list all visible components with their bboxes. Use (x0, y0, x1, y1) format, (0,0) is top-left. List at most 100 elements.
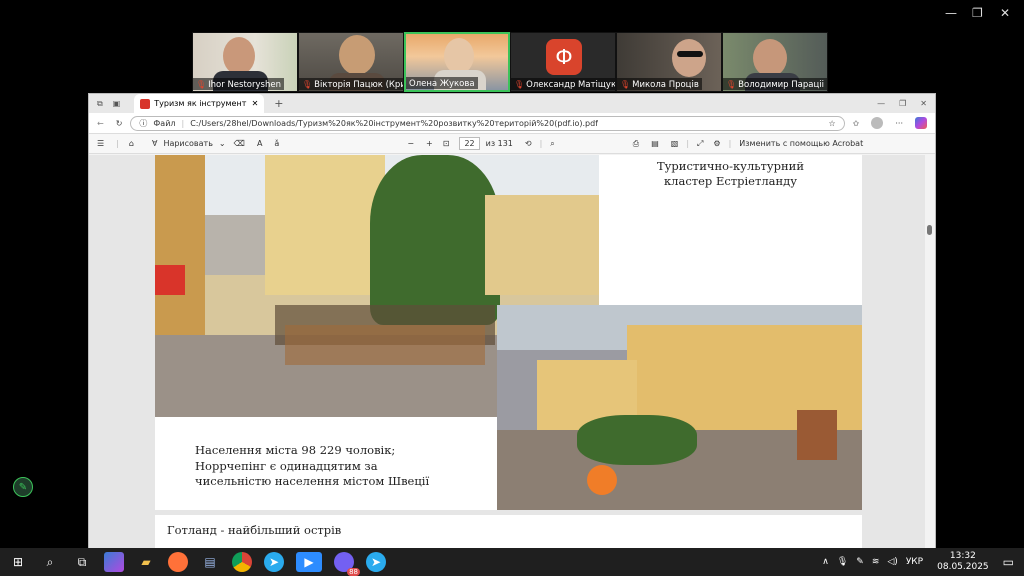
draw-button[interactable]: Нарисовать (163, 139, 212, 148)
next-page-heading: Готланд - найбільший острів (167, 523, 342, 537)
minimize-button[interactable]: — (945, 6, 957, 20)
read-aloud-icon[interactable]: ǎ (274, 139, 279, 148)
copilot-taskbar-icon[interactable] (104, 552, 124, 572)
pen-tray-icon[interactable]: ✎ (856, 557, 864, 567)
browser-window: ⧉ ▣ Туризм як інструмент розвитку ✕ + — … (88, 93, 936, 548)
participant-tile[interactable]: 🎙 Ihor Nestoryshen (192, 32, 298, 92)
eraser-icon[interactable]: ⌫ (234, 139, 245, 148)
page-number-input[interactable]: 22 (459, 137, 480, 150)
refresh-icon[interactable]: ↻ (116, 119, 123, 128)
back-icon[interactable]: ← (97, 119, 104, 128)
language-indicator[interactable]: УКР (906, 557, 923, 567)
file-explorer-icon[interactable]: ▰ (136, 552, 156, 572)
notifications-icon[interactable]: ▭ (1003, 555, 1014, 569)
tab-close-icon[interactable]: ✕ (252, 99, 259, 108)
settings-icon[interactable]: ⚙ (713, 139, 720, 148)
participant-name: 🎙Вікторія Пацюк (Крив... (299, 78, 403, 90)
telegram-icon[interactable]: ➤ (264, 552, 284, 572)
mic-muted-icon: 🎙 (620, 80, 631, 89)
participant-strip: 🎙Ihor Nestoryshen 🎙Вікторія Пацюк (Крив.… (192, 32, 832, 92)
browser-restore-button[interactable]: ❐ (899, 99, 906, 108)
profile-avatar[interactable] (871, 117, 884, 129)
slide-title-line2: кластер Естріетланду (663, 174, 798, 188)
highlight-icon[interactable]: ⌂ (129, 139, 134, 148)
pdf-viewer[interactable]: Туристично-культурний кластер Естріетлан… (89, 155, 935, 548)
info-icon: ⓘ (139, 118, 148, 128)
slide-text-line3: чисельністю населення містом Швеції (195, 474, 430, 488)
save-app-icon[interactable]: ▤ (200, 552, 220, 572)
participant-tile[interactable]: 🎙 Володимир Параціі (722, 32, 828, 92)
participant-tile[interactable]: 🎙Вікторія Пацюк (Крив... (298, 32, 404, 92)
fullscreen-icon[interactable]: ⤢ (697, 139, 703, 149)
pdf-next-page: Готланд - найбільший острів (155, 515, 862, 548)
participant-tile-active[interactable]: Олена Жукова (404, 32, 510, 92)
chrome-icon[interactable] (232, 552, 252, 572)
tab-bar: ⧉ ▣ Туризм як інструмент розвитку ✕ + — … (89, 94, 935, 113)
page-total: из 131 (485, 139, 513, 148)
print-icon[interactable]: ⎙ (633, 139, 639, 149)
address-bar[interactable]: ⓘ Файл | C:/Users/28hel/Downloads/Туризм… (130, 115, 845, 131)
close-button[interactable]: ✕ (1000, 6, 1010, 20)
mic-tray-icon[interactable]: 🎙 (837, 557, 848, 567)
save-icon[interactable]: ▤ (651, 139, 659, 148)
copilot-icon[interactable] (915, 117, 927, 129)
favorite-star-icon[interactable]: ☆ (828, 119, 835, 128)
task-view-icon[interactable]: ⧉ (72, 552, 92, 572)
wifi-icon[interactable]: ≋ (872, 557, 880, 567)
workspaces-icon[interactable]: ⧉ (97, 99, 103, 109)
participant-avatar: Ф (546, 39, 582, 75)
firefox-icon[interactable] (168, 552, 188, 572)
draw-icon[interactable]: ∀ (152, 139, 157, 148)
search-icon[interactable]: ⌕ (40, 552, 60, 572)
participant-tile[interactable]: 🎙 Микола Проців (616, 32, 722, 92)
zoom-in-button[interactable]: + (426, 139, 433, 148)
viber-badge: 88 (347, 568, 360, 576)
contents-icon[interactable]: ☰ (97, 139, 104, 148)
mic-muted-icon: 🎙 (302, 80, 313, 89)
url-text: C:/Users/28hel/Downloads/Туризм%20як%20і… (190, 118, 599, 128)
glasses-icon (677, 51, 703, 57)
pdf-toolbar: ☰ | ⌂ ∀ Нарисовать ⌄ ⌫ A ǎ − + ⊡ 22 из 1… (89, 134, 935, 154)
more-icon[interactable]: ··· (895, 119, 903, 128)
annotate-button[interactable]: ✎ (13, 477, 33, 497)
zoom-out-button[interactable]: − (407, 139, 414, 148)
start-icon[interactable]: ⊞ (8, 552, 28, 572)
find-icon[interactable]: ⌕ (550, 139, 554, 149)
scrollbar-thumb[interactable] (927, 225, 932, 235)
participant-face (753, 39, 787, 77)
browser-minimize-button[interactable]: — (877, 99, 885, 108)
tray-chevron-icon[interactable]: ∧ (822, 557, 829, 567)
tab-title: Туризм як інструмент розвитку (154, 99, 247, 108)
telegram-alt-icon[interactable]: ➤ (366, 552, 386, 572)
pdf-icon (140, 98, 151, 109)
photo-buildings (497, 305, 862, 510)
tab-pdf[interactable]: Туризм як інструмент розвитку ✕ (134, 94, 265, 113)
clock[interactable]: 13:32 08.05.2025 (937, 551, 989, 573)
participant-name: 🎙 Микола Проців (617, 78, 702, 90)
rotate-icon[interactable]: ⟲ (525, 139, 532, 148)
volume-icon[interactable]: ◁) (887, 557, 897, 567)
zoom-icon[interactable]: ▶ (296, 552, 322, 572)
participant-face (672, 39, 706, 77)
slide-text-line1: Населення міста 98 229 чоловік; (195, 443, 396, 457)
participant-tile[interactable]: Ф 🎙 Олександр Матіщук (510, 32, 616, 92)
taskbar: ⊞ ⌕ ⧉ ▰ ▤ ➤ ▶ 88 ➤ ∧ 🎙 ✎ ≋ ◁) УКР 13:32 … (0, 548, 1024, 576)
participant-name: 🎙 Ihor Nestoryshen (193, 78, 284, 90)
restore-button[interactable]: ❐ (972, 6, 983, 20)
tab-actions-icon[interactable]: ▣ (113, 99, 121, 108)
fit-page-icon[interactable]: ⊡ (443, 139, 450, 148)
new-tab-button[interactable]: + (274, 97, 283, 110)
slide-text-block: Населення міста 98 229 чоловік; Норрчепі… (195, 443, 495, 490)
scrollbar[interactable] (925, 155, 935, 548)
slide-title-panel: Туристично-культурний кластер Естріетлан… (599, 155, 862, 305)
pdf-page: Туристично-культурний кластер Естріетлан… (155, 155, 862, 510)
browser-close-button[interactable]: ✕ (920, 99, 927, 108)
acrobat-button[interactable]: Изменить с помощью Acrobat (739, 139, 863, 148)
draw-dropdown-icon[interactable]: ⌄ (219, 139, 226, 148)
file-label: Файл (153, 118, 176, 128)
mic-muted-icon: 🎙 (726, 80, 737, 89)
save-as-icon[interactable]: ▧ (671, 139, 679, 148)
favorites-icon[interactable]: ✩ (853, 119, 860, 128)
text-icon[interactable]: A (257, 139, 262, 148)
viber-icon[interactable]: 88 (334, 552, 360, 576)
